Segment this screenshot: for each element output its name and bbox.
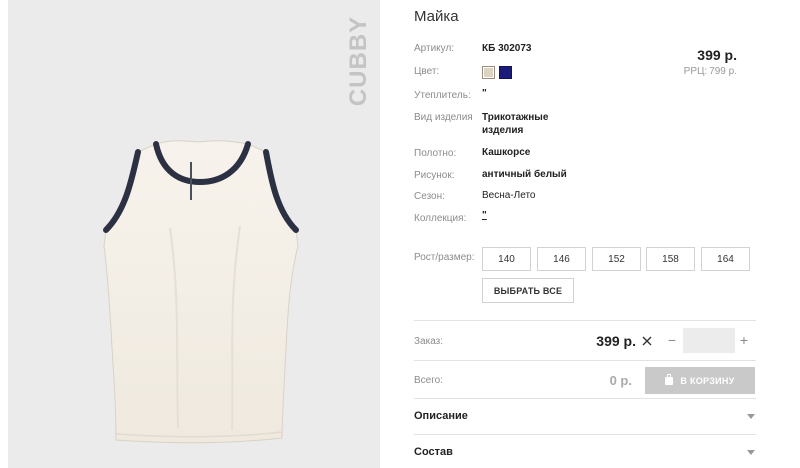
total-label: Всего: bbox=[414, 375, 443, 386]
total-value: 0 р. bbox=[609, 373, 632, 388]
pattern-value: античный белый bbox=[482, 169, 567, 180]
product-rrp: РРЦ: 799 р. bbox=[640, 66, 737, 77]
select-all-button[interactable]: ВЫБРАТЬ ВСЕ bbox=[482, 278, 574, 303]
quantity-decrement-button[interactable]: − bbox=[664, 332, 680, 350]
size-button-140[interactable]: 140 bbox=[482, 247, 531, 271]
close-icon bbox=[642, 336, 652, 346]
fabric-label: Полотно: bbox=[414, 148, 457, 159]
divider bbox=[414, 398, 756, 399]
product-image-panel: CUBBY bbox=[8, 0, 380, 468]
rrp-label: РРЦ: bbox=[683, 66, 708, 77]
article-label: Артикул: bbox=[414, 43, 455, 54]
color-swatch-navy[interactable] bbox=[499, 66, 512, 79]
divider bbox=[414, 434, 756, 435]
chevron-down-icon[interactable] bbox=[747, 450, 755, 455]
accordion-composition[interactable]: Состав bbox=[414, 446, 453, 458]
color-swatch-beige[interactable] bbox=[482, 66, 495, 79]
accordion-description[interactable]: Описание bbox=[414, 410, 468, 422]
bag-icon bbox=[665, 373, 674, 385]
season-label: Сезон: bbox=[414, 191, 445, 202]
product-title: Майка bbox=[414, 8, 459, 25]
add-to-cart-label: В КОРЗИНУ bbox=[680, 375, 735, 386]
article-value: КБ 302073 bbox=[482, 43, 532, 54]
quantity-increment-button[interactable]: + bbox=[737, 332, 751, 350]
brand-logo: CUBBY bbox=[344, 16, 374, 106]
order-price: 399 р. bbox=[596, 333, 636, 349]
fabric-value: Кашкорсе bbox=[482, 147, 531, 158]
add-to-cart-button[interactable]: В КОРЗИНУ bbox=[645, 367, 755, 394]
size-button-152[interactable]: 152 bbox=[592, 247, 641, 271]
season-value: Весна-Лето bbox=[482, 190, 536, 201]
item-type-value: Трикотажные изделия bbox=[482, 112, 549, 136]
brand-logo-text: CUBBY bbox=[345, 15, 372, 107]
divider bbox=[414, 360, 756, 361]
order-label: Заказ: bbox=[414, 336, 444, 347]
pattern-label: Рисунок: bbox=[414, 170, 455, 181]
size-button-158[interactable]: 158 bbox=[646, 247, 695, 271]
collection-label: Коллекция: bbox=[414, 213, 467, 224]
size-button-146[interactable]: 146 bbox=[537, 247, 586, 271]
quantity-input[interactable] bbox=[683, 328, 735, 353]
divider bbox=[414, 320, 756, 321]
rrp-value: 799 р. bbox=[709, 66, 737, 77]
chevron-down-icon[interactable] bbox=[747, 414, 755, 419]
product-price: 399 р. bbox=[697, 47, 737, 63]
item-type-label: Вид изделия bbox=[414, 112, 473, 123]
product-photo-tanktop bbox=[103, 140, 299, 444]
insulation-value: " bbox=[482, 88, 487, 99]
insulation-label: Утеплитель: bbox=[414, 90, 471, 101]
collection-link[interactable]: " bbox=[482, 210, 487, 221]
size-label: Рост/размер: bbox=[414, 252, 475, 263]
size-button-164[interactable]: 164 bbox=[701, 247, 750, 271]
color-label: Цвет: bbox=[414, 66, 440, 77]
